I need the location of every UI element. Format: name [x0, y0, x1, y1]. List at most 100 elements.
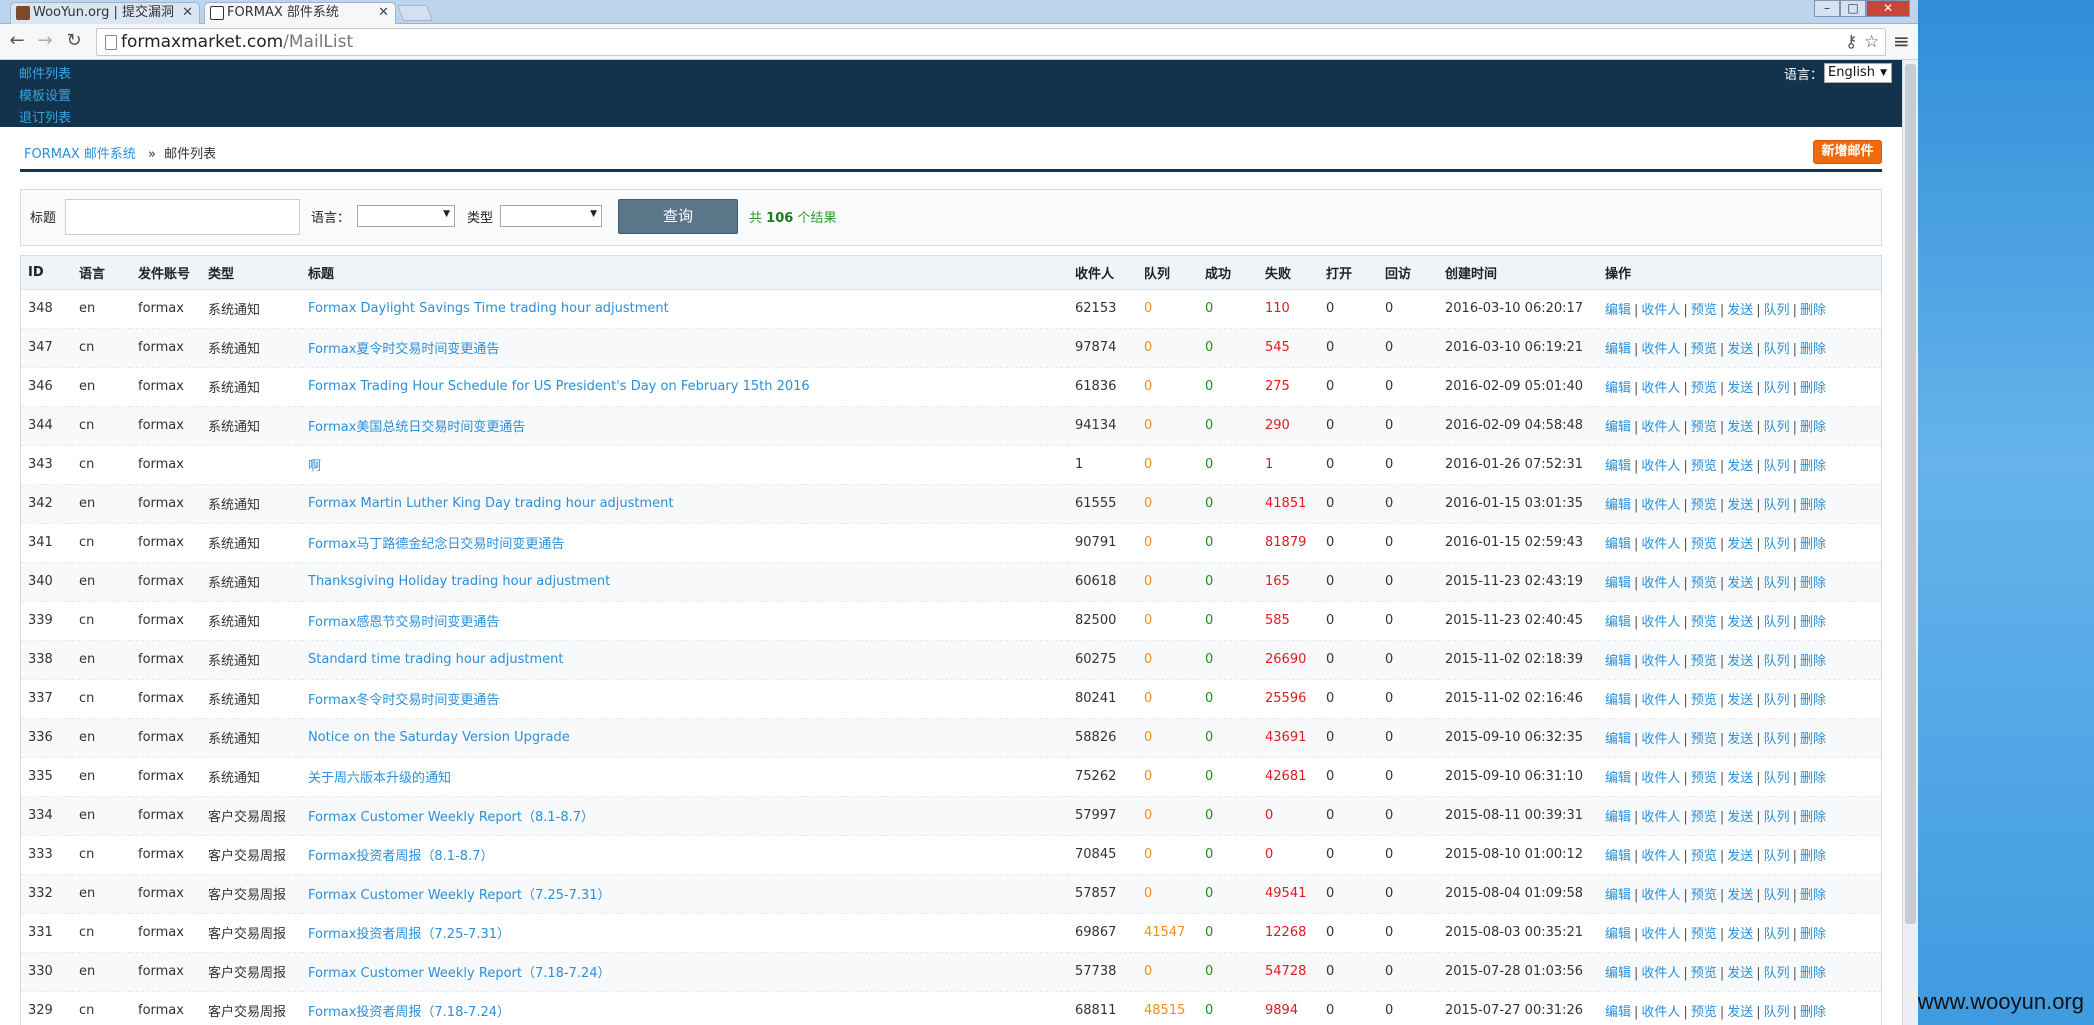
edit-link[interactable]: 编辑: [1605, 693, 1631, 708]
type-filter-select[interactable]: ▼: [500, 205, 602, 227]
queue-link[interactable]: 队列: [1764, 303, 1790, 318]
title-search-input[interactable]: [65, 199, 300, 235]
delete-link[interactable]: 删除: [1800, 966, 1826, 981]
preview-link[interactable]: 预览: [1691, 1005, 1717, 1020]
back-arrow-icon[interactable]: ←: [6, 30, 28, 52]
edit-link[interactable]: 编辑: [1605, 732, 1631, 747]
mail-title-link[interactable]: Formax Daylight Savings Time trading hou…: [308, 301, 669, 316]
queue-link[interactable]: 队列: [1764, 966, 1790, 981]
address-bar[interactable]: formaxmarket.com/MailList ⚷ ☆: [96, 28, 1886, 56]
mail-title-link[interactable]: Formax Trading Hour Schedule for US Pres…: [308, 379, 810, 394]
preview-link[interactable]: 预览: [1691, 810, 1717, 825]
mail-title-link[interactable]: Formax感恩节交易时间变更通告: [308, 615, 499, 630]
menu-icon[interactable]: ≡: [1893, 29, 1910, 53]
recipients-link[interactable]: 收件人: [1641, 342, 1680, 357]
queue-link[interactable]: 队列: [1764, 615, 1790, 630]
edit-link[interactable]: 编辑: [1605, 654, 1631, 669]
nav-link-unsubscribe-list[interactable]: 退订列表: [19, 107, 71, 126]
recipients-link[interactable]: 收件人: [1641, 420, 1680, 435]
queue-link[interactable]: 队列: [1764, 459, 1790, 474]
recipients-link[interactable]: 收件人: [1641, 303, 1680, 318]
preview-link[interactable]: 预览: [1691, 732, 1717, 747]
recipients-link[interactable]: 收件人: [1641, 615, 1680, 630]
edit-link[interactable]: 编辑: [1605, 810, 1631, 825]
send-link[interactable]: 发送: [1727, 576, 1753, 591]
mail-title-link[interactable]: Formax Customer Weekly Report（8.1-8.7）: [308, 810, 594, 825]
send-link[interactable]: 发送: [1727, 381, 1753, 396]
maximize-icon[interactable]: □: [1840, 0, 1866, 17]
recipients-link[interactable]: 收件人: [1641, 810, 1680, 825]
recipients-link[interactable]: 收件人: [1641, 381, 1680, 396]
breadcrumb-root-link[interactable]: FORMAX 邮件系统: [24, 147, 136, 162]
send-link[interactable]: 发送: [1727, 966, 1753, 981]
key-icon[interactable]: ⚷: [1845, 32, 1857, 52]
send-link[interactable]: 发送: [1727, 771, 1753, 786]
queue-link[interactable]: 队列: [1764, 927, 1790, 942]
delete-link[interactable]: 删除: [1800, 537, 1826, 552]
edit-link[interactable]: 编辑: [1605, 303, 1631, 318]
edit-link[interactable]: 编辑: [1605, 615, 1631, 630]
close-icon[interactable]: ✕: [378, 3, 389, 23]
delete-link[interactable]: 删除: [1800, 771, 1826, 786]
send-link[interactable]: 发送: [1727, 888, 1753, 903]
forward-arrow-icon[interactable]: →: [34, 30, 56, 52]
star-icon[interactable]: ☆: [1864, 32, 1879, 52]
preview-link[interactable]: 预览: [1691, 849, 1717, 864]
queue-link[interactable]: 队列: [1764, 888, 1790, 903]
queue-link[interactable]: 队列: [1764, 498, 1790, 513]
queue-link[interactable]: 队列: [1764, 1005, 1790, 1020]
delete-link[interactable]: 删除: [1800, 849, 1826, 864]
send-link[interactable]: 发送: [1727, 1005, 1753, 1020]
language-select[interactable]: English ▼: [1824, 63, 1892, 83]
edit-link[interactable]: 编辑: [1605, 849, 1631, 864]
send-link[interactable]: 发送: [1727, 615, 1753, 630]
preview-link[interactable]: 预览: [1691, 342, 1717, 357]
mail-title-link[interactable]: Formax马丁路德金纪念日交易时间变更通告: [308, 537, 564, 552]
delete-link[interactable]: 删除: [1800, 381, 1826, 396]
edit-link[interactable]: 编辑: [1605, 498, 1631, 513]
browser-tab-formax[interactable]: FORMAX 部件系统 ✕: [204, 2, 396, 24]
scrollbar-thumb[interactable]: [1905, 64, 1916, 924]
send-link[interactable]: 发送: [1727, 810, 1753, 825]
mail-title-link[interactable]: Formax Customer Weekly Report（7.25-7.31）: [308, 888, 611, 903]
mail-title-link[interactable]: Notice on the Saturday Version Upgrade: [308, 730, 570, 745]
preview-link[interactable]: 预览: [1691, 420, 1717, 435]
queue-link[interactable]: 队列: [1764, 537, 1790, 552]
preview-link[interactable]: 预览: [1691, 693, 1717, 708]
preview-link[interactable]: 预览: [1691, 537, 1717, 552]
queue-link[interactable]: 队列: [1764, 693, 1790, 708]
delete-link[interactable]: 删除: [1800, 1005, 1826, 1020]
send-link[interactable]: 发送: [1727, 303, 1753, 318]
send-link[interactable]: 发送: [1727, 459, 1753, 474]
window-close-icon[interactable]: ✕: [1866, 0, 1910, 17]
recipients-link[interactable]: 收件人: [1641, 537, 1680, 552]
queue-link[interactable]: 队列: [1764, 576, 1790, 591]
recipients-link[interactable]: 收件人: [1641, 771, 1680, 786]
mail-title-link[interactable]: Formax投资者周报（7.18-7.24）: [308, 1005, 510, 1020]
delete-link[interactable]: 删除: [1800, 303, 1826, 318]
recipients-link[interactable]: 收件人: [1641, 1005, 1680, 1020]
preview-link[interactable]: 预览: [1691, 576, 1717, 591]
queue-link[interactable]: 队列: [1764, 771, 1790, 786]
mail-title-link[interactable]: Formax Martin Luther King Day trading ho…: [308, 496, 674, 511]
preview-link[interactable]: 预览: [1691, 459, 1717, 474]
preview-link[interactable]: 预览: [1691, 927, 1717, 942]
edit-link[interactable]: 编辑: [1605, 966, 1631, 981]
recipients-link[interactable]: 收件人: [1641, 888, 1680, 903]
edit-link[interactable]: 编辑: [1605, 381, 1631, 396]
preview-link[interactable]: 预览: [1691, 966, 1717, 981]
recipients-link[interactable]: 收件人: [1641, 576, 1680, 591]
mail-title-link[interactable]: Formax Customer Weekly Report（7.18-7.24）: [308, 966, 611, 981]
delete-link[interactable]: 删除: [1800, 927, 1826, 942]
queue-link[interactable]: 队列: [1764, 849, 1790, 864]
delete-link[interactable]: 删除: [1800, 576, 1826, 591]
mail-title-link[interactable]: 关于周六版本升级的通知: [308, 771, 451, 786]
edit-link[interactable]: 编辑: [1605, 1005, 1631, 1020]
delete-link[interactable]: 删除: [1800, 654, 1826, 669]
recipients-link[interactable]: 收件人: [1641, 849, 1680, 864]
queue-link[interactable]: 队列: [1764, 381, 1790, 396]
recipients-link[interactable]: 收件人: [1641, 966, 1680, 981]
nav-link-mail-list[interactable]: 邮件列表: [19, 63, 71, 82]
delete-link[interactable]: 删除: [1800, 459, 1826, 474]
preview-link[interactable]: 预览: [1691, 615, 1717, 630]
